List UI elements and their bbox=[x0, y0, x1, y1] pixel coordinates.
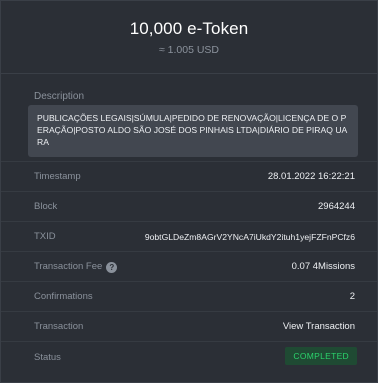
view-transaction-link[interactable]: View Transaction bbox=[283, 321, 355, 332]
txid-label: TXID bbox=[34, 231, 56, 242]
token-amount: 10,000 e-Token bbox=[129, 19, 249, 38]
txid-value[interactable]: 9obtGLDeZm8AGrV2YNcA7iUkdY2ituh1yejFZFnP… bbox=[145, 232, 355, 242]
timestamp-row: Timestamp 28.01.2022 16:22:21 bbox=[1, 161, 377, 191]
transaction-row: Transaction View Transaction bbox=[1, 311, 377, 341]
timestamp-value: 28.01.2022 16:22:21 bbox=[267, 171, 355, 182]
description-text: PUBLICAÇÕES LEGAIS|SÚMULA|PEDIDO DE RENO… bbox=[28, 105, 358, 157]
confirmations-row: Confirmations 2 bbox=[1, 281, 377, 311]
timestamp-label: Timestamp bbox=[34, 171, 81, 182]
transaction-fee-label: Transaction Fee bbox=[34, 261, 103, 272]
block-row: Block 2964244 bbox=[1, 191, 377, 221]
amount-header: 10,000 e-Token ≈ 1.005 USD bbox=[1, 1, 377, 74]
confirmations-value: 2 bbox=[349, 291, 355, 302]
block-label: Block bbox=[34, 201, 58, 212]
description-label: Description bbox=[34, 91, 85, 102]
fiat-equivalent: ≈ 1.005 USD bbox=[158, 44, 220, 56]
transaction-fee-label-group: Transaction Fee? bbox=[34, 261, 118, 273]
transaction-fee-row: Transaction Fee? 0.07 4Missions bbox=[1, 251, 377, 281]
status-row: Status COMPLETED bbox=[1, 341, 377, 374]
question-circle-icon[interactable]: ? bbox=[106, 262, 118, 273]
status-label: Status bbox=[34, 352, 61, 363]
transaction-label: Transaction bbox=[34, 321, 84, 332]
transaction-fee-value: 0.07 4Missions bbox=[291, 261, 355, 272]
transaction-details-panel: 10,000 e-Token ≈ 1.005 USD Description P… bbox=[0, 0, 378, 383]
confirmations-label: Confirmations bbox=[34, 291, 93, 302]
block-value: 2964244 bbox=[318, 201, 355, 212]
txid-row: TXID 9obtGLDeZm8AGrV2YNcA7iUkdY2ituh1yej… bbox=[1, 221, 377, 251]
status-badge: COMPLETED bbox=[285, 347, 357, 365]
